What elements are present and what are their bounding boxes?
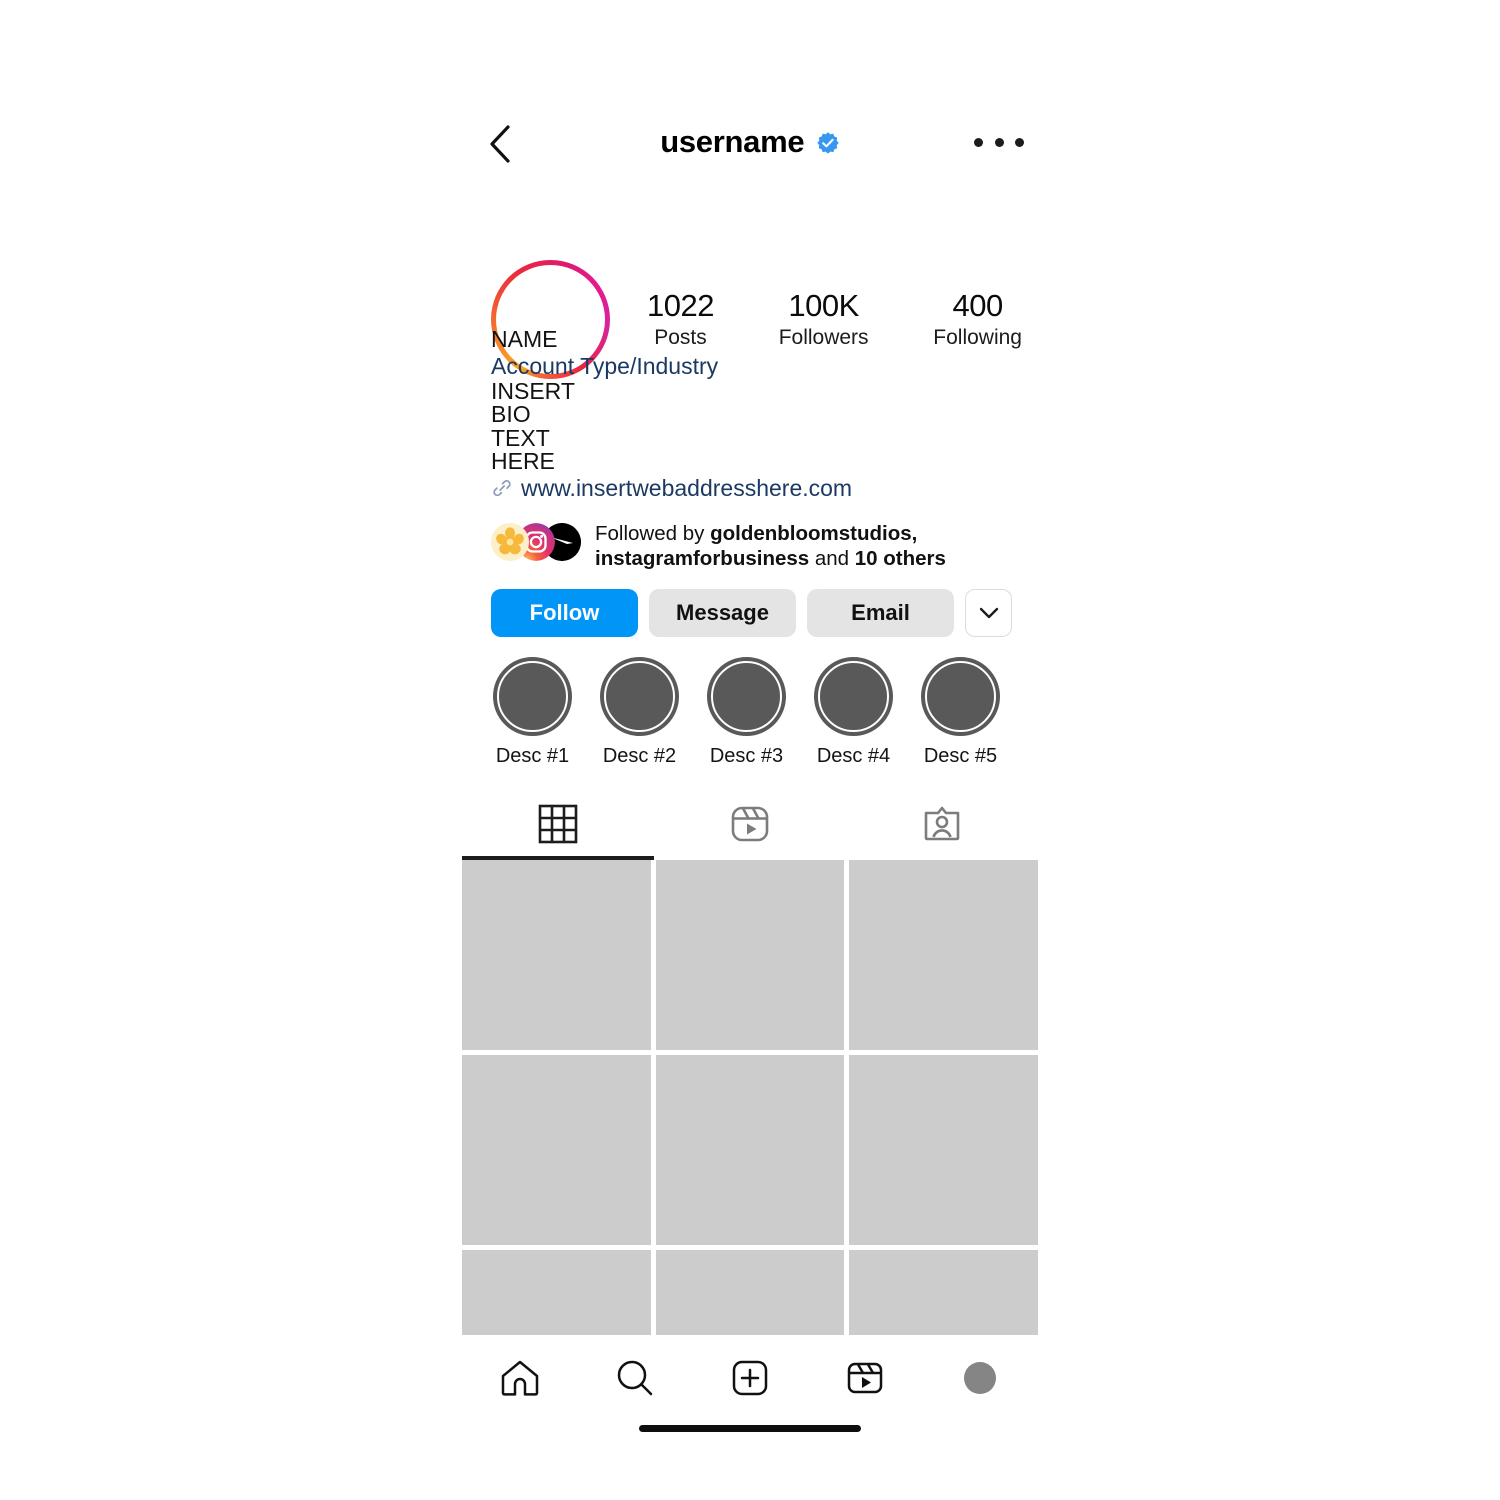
highlight-label-1: Desc #1 (495, 745, 570, 768)
highlight-item-1[interactable]: Desc #1 (491, 657, 574, 768)
followed-by-prefix: Followed by (595, 522, 711, 546)
bio-line-4: HERE (491, 447, 555, 474)
posts-grid (462, 860, 1038, 1246)
dot-1 (974, 137, 983, 147)
highlight-item-2[interactable]: Desc #2 (598, 657, 681, 768)
highlight-label-4: Desc #4 (816, 745, 891, 768)
phone-screen: username 1022 Posts 100K Followers 400 F… (462, 105, 1038, 1433)
profile-action-buttons: Follow Message Email (462, 589, 1038, 638)
following-count: 400 (952, 288, 1004, 323)
highlight-cover-3 (707, 657, 786, 737)
verified-badge-icon (816, 131, 840, 155)
reels-icon (847, 1362, 883, 1394)
grid-cell[interactable] (849, 1055, 1038, 1246)
posts-grid-partial-row (462, 1250, 1038, 1336)
highlight-label-3: Desc #3 (709, 745, 784, 768)
highlight-label-5: Desc #5 (923, 745, 998, 768)
nav-reels[interactable] (808, 1356, 923, 1400)
tab-grid[interactable] (462, 794, 654, 854)
followed-by-section: Followed by goldenbloomstudios, instagra… (462, 521, 1038, 571)
home-icon (501, 1360, 538, 1396)
chevron-down-icon (979, 608, 998, 619)
bio-line-2: BIO (491, 401, 531, 428)
grid-cell[interactable] (462, 1055, 651, 1246)
create-plus-icon (732, 1360, 768, 1396)
website-link-text[interactable]: www.insertwebaddresshere.com (521, 475, 852, 501)
email-button[interactable]: Email (807, 589, 954, 638)
username-text: username (660, 124, 805, 159)
home-indicator-bar (639, 1425, 861, 1433)
tab-reels[interactable] (654, 794, 846, 854)
story-highlights-row: Desc #1 Desc #2 Desc #3 Desc #4 Desc #5 (462, 657, 1038, 768)
highlight-cover-2 (600, 657, 679, 737)
profile-header-section: 1022 Posts 100K Followers 400 Following (462, 185, 1038, 379)
profile-category: Account Type/Industry (491, 353, 719, 379)
link-chain-icon (491, 477, 513, 499)
followed-by-avatars (491, 523, 585, 563)
bio-line-3: TEXT (491, 424, 550, 451)
highlight-item-3[interactable]: Desc #3 (705, 657, 788, 768)
nav-home[interactable] (462, 1355, 577, 1401)
grid-cell[interactable] (655, 1055, 845, 1246)
nav-search[interactable] (577, 1355, 692, 1401)
profile-username-header: username (462, 124, 1038, 160)
highlight-label-2: Desc #2 (602, 745, 677, 768)
profile-avatar-icon (964, 1362, 997, 1395)
followed-by-middle: and (809, 547, 855, 571)
grid-cell[interactable] (849, 860, 1038, 1051)
flower-avatar-icon (491, 523, 529, 562)
follow-button[interactable]: Follow (491, 589, 638, 638)
grid-cell[interactable] (462, 860, 651, 1051)
profile-display-name: NAME (491, 326, 558, 352)
followed-by-others[interactable]: 10 others (855, 547, 946, 570)
profile-bio-section: NAME Account Type/Industry INSERT BIO TE… (462, 326, 1038, 501)
grid-cell[interactable] (849, 1250, 1038, 1336)
followed-by-text: Followed by goldenbloomstudios, instagra… (595, 521, 1020, 571)
highlight-item-4[interactable]: Desc #4 (812, 657, 895, 768)
bio-line-1: INSERT (491, 378, 575, 404)
tagged-icon (924, 806, 960, 841)
grid-icon (538, 804, 578, 844)
highlight-cover-1 (493, 657, 572, 737)
highlight-item-5[interactable]: Desc #5 (919, 657, 1002, 768)
top-navigation-bar: username (462, 105, 1038, 185)
more-actions-dropdown-button[interactable] (965, 589, 1012, 638)
nav-profile[interactable] (923, 1362, 1038, 1395)
highlight-cover-5 (921, 657, 1000, 737)
posts-count: 1022 (647, 288, 714, 323)
search-icon (617, 1360, 653, 1396)
reels-icon (731, 806, 769, 842)
tab-tagged[interactable] (846, 794, 1038, 854)
profile-website-row[interactable]: www.insertwebaddresshere.com (491, 475, 1038, 501)
dot-2 (994, 137, 1004, 147)
followers-count: 100K (788, 288, 859, 323)
grid-cell[interactable] (655, 860, 845, 1051)
profile-content-tabs (462, 794, 1038, 854)
grid-cell[interactable] (655, 1250, 845, 1336)
highlight-cover-4 (814, 657, 893, 737)
grid-cell[interactable] (462, 1250, 651, 1336)
dot-3 (1015, 137, 1024, 147)
more-options-button[interactable] (974, 131, 1024, 153)
nav-create[interactable] (692, 1356, 807, 1400)
bottom-navigation-bar (462, 1339, 1038, 1417)
message-button[interactable]: Message (649, 589, 796, 638)
